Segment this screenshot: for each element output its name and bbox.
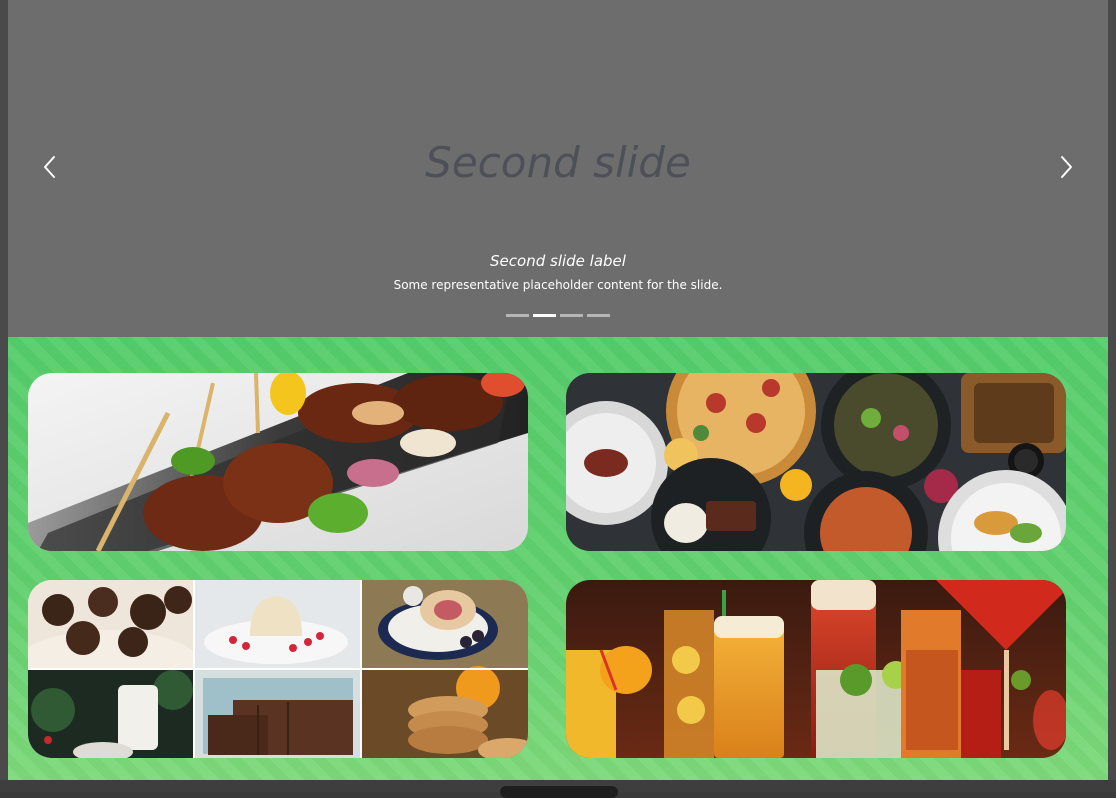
gallery-modal: Second slide Second slide label Some rep… <box>8 0 1108 780</box>
carousel-indicator-4[interactable] <box>587 314 610 317</box>
backdrop-bottom <box>0 780 1116 792</box>
carousel-prev-button[interactable] <box>30 150 70 184</box>
main-course-image <box>566 373 1066 551</box>
caption-text: Some representative placeholder content … <box>8 278 1108 292</box>
desserts-tile[interactable] <box>28 580 528 758</box>
backdrop-right <box>1108 0 1116 792</box>
main-course-tile[interactable] <box>566 373 1066 551</box>
menu-grid <box>8 337 1108 780</box>
chevron-left-icon <box>40 153 60 181</box>
carousel-indicator-1[interactable] <box>506 314 529 317</box>
carousel-indicator-3[interactable] <box>560 314 583 317</box>
chevron-right-icon <box>1056 153 1076 181</box>
slide-title: Second slide <box>8 138 1108 187</box>
drinks-tile[interactable] <box>566 580 1066 758</box>
bottom-handle <box>500 786 618 798</box>
drinks-image <box>566 580 1066 758</box>
carousel: Second slide Second slide label Some rep… <box>8 0 1108 337</box>
caption-label: Second slide label <box>8 252 1108 270</box>
carousel-indicators <box>8 314 1108 317</box>
carousel-caption: Second slide label Some representative p… <box>8 252 1108 292</box>
desserts-image <box>28 580 528 758</box>
appetizers-tile[interactable] <box>28 373 528 551</box>
carousel-next-button[interactable] <box>1046 150 1086 184</box>
carousel-indicator-2[interactable] <box>533 314 556 317</box>
appetizers-image <box>28 373 528 551</box>
backdrop-left <box>0 0 8 792</box>
